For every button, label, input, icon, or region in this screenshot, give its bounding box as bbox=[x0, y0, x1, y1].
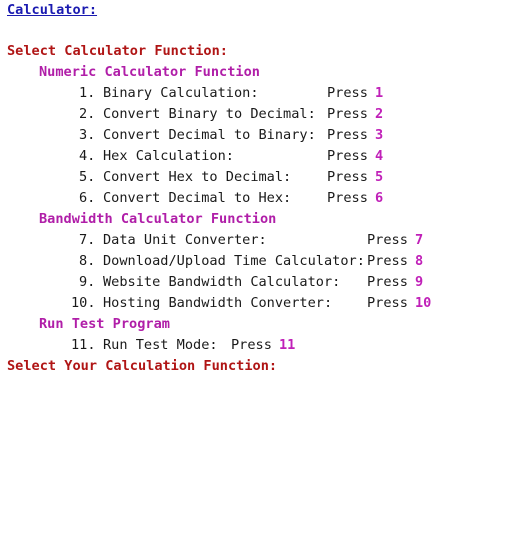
press-label: Press bbox=[327, 190, 368, 206]
item-label: Hosting Bandwidth Converter: bbox=[103, 295, 333, 311]
item-number: 11. bbox=[71, 337, 96, 353]
option-key: 6 bbox=[375, 190, 384, 206]
item-label: Run Test Mode: bbox=[103, 337, 218, 353]
option-key: 3 bbox=[375, 127, 384, 143]
calculator-link[interactable]: Calculator: bbox=[7, 2, 97, 18]
console-window: { "title_link": "Calculator:", "header":… bbox=[0, 0, 513, 533]
section-heading-numeric: Numeric Calculator Function bbox=[39, 64, 260, 80]
item-number: 7. bbox=[79, 232, 96, 248]
option-key: 9 bbox=[415, 274, 424, 290]
press-label: Press bbox=[367, 253, 408, 269]
press-label: Press bbox=[367, 295, 408, 311]
press-label: Press bbox=[327, 169, 368, 185]
option-key: 7 bbox=[415, 232, 424, 248]
item-label: Website Bandwidth Calculator: bbox=[103, 274, 341, 290]
press-label: Press bbox=[367, 274, 408, 290]
item-label: Convert Decimal to Binary: bbox=[103, 127, 316, 143]
press-label: Press bbox=[327, 148, 368, 164]
item-number: 6. bbox=[79, 190, 96, 206]
item-number: 1. bbox=[79, 85, 96, 101]
section-heading-bandwidth: Bandwidth Calculator Function bbox=[39, 211, 277, 227]
item-label: Convert Decimal to Hex: bbox=[103, 190, 292, 206]
option-key: 10 bbox=[415, 295, 432, 311]
press-label: Press bbox=[327, 85, 368, 101]
option-key: 2 bbox=[375, 106, 384, 122]
option-key: 11 bbox=[279, 337, 296, 353]
press-label: Press bbox=[367, 232, 408, 248]
item-label: Convert Binary to Decimal: bbox=[103, 106, 316, 122]
item-label: Download/Upload Time Calculator: bbox=[103, 253, 365, 269]
option-key: 1 bbox=[375, 85, 384, 101]
item-number: 10. bbox=[71, 295, 96, 311]
item-number: 2. bbox=[79, 106, 96, 122]
item-label: Convert Hex to Decimal: bbox=[103, 169, 292, 185]
item-label: Binary Calculation: bbox=[103, 85, 259, 101]
option-key: 8 bbox=[415, 253, 424, 269]
select-function-header: Select Calculator Function: bbox=[7, 43, 228, 59]
press-label: Press bbox=[327, 127, 368, 143]
item-label: Hex Calculation: bbox=[103, 148, 234, 164]
input-prompt[interactable]: Select Your Calculation Function: bbox=[7, 358, 277, 374]
press-label: Press bbox=[231, 337, 272, 353]
option-key: 5 bbox=[375, 169, 384, 185]
item-number: 5. bbox=[79, 169, 96, 185]
item-label: Data Unit Converter: bbox=[103, 232, 267, 248]
section-heading-test: Run Test Program bbox=[39, 316, 170, 332]
item-number: 8. bbox=[79, 253, 96, 269]
option-key: 4 bbox=[375, 148, 384, 164]
item-number: 4. bbox=[79, 148, 96, 164]
press-label: Press bbox=[327, 106, 368, 122]
item-number: 9. bbox=[79, 274, 96, 290]
item-number: 3. bbox=[79, 127, 96, 143]
